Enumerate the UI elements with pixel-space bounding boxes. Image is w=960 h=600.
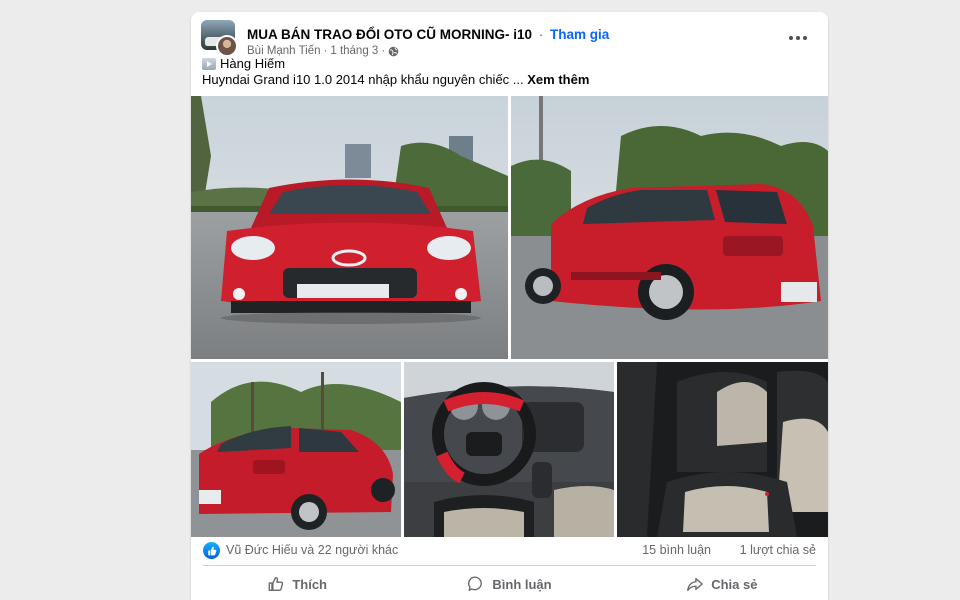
share-arrow-icon <box>687 577 704 591</box>
more-options-button[interactable] <box>784 26 812 50</box>
tag-line: Hàng Hiếm <box>202 56 589 72</box>
post-tag: Hàng Hiếm <box>220 56 286 71</box>
comment-count[interactable]: 15 bình luận <box>642 543 711 557</box>
like-label: Thích <box>292 576 327 592</box>
thumbs-up-icon <box>207 546 216 555</box>
post-photo-3[interactable] <box>191 362 401 537</box>
post-body: Hàng Hiếm Huyndai Grand i10 1.0 2014 nhậ… <box>202 56 589 88</box>
group-name-line: MUA BÁN TRAO ĐỔI OTO CŨ MORNING- i10 · T… <box>247 27 609 42</box>
share-label: Chia sẻ <box>711 576 758 592</box>
comment-bubble-icon <box>468 576 483 591</box>
share-button[interactable]: Chia sẻ <box>616 568 828 600</box>
separator: · <box>538 27 544 42</box>
like-reaction-icon[interactable] <box>203 542 220 559</box>
dot-icon <box>796 36 800 40</box>
post-text-line: Huyndai Grand i10 1.0 2014 nhập khẩu ngu… <box>202 72 589 88</box>
join-group-link[interactable]: Tham gia <box>550 27 609 42</box>
author-avatar[interactable] <box>216 35 238 57</box>
globe-icon <box>388 46 399 56</box>
thumbs-up-icon <box>268 577 284 591</box>
post-actions: Thích Bình luận Chia sẻ <box>191 568 828 600</box>
post-header: MUA BÁN TRAO ĐỔI OTO CŨ MORNING- i10 · T… <box>201 20 818 60</box>
see-more-link[interactable]: Xem thêm <box>527 72 589 87</box>
comment-button[interactable]: Bình luận <box>403 568 615 600</box>
divider <box>203 565 816 566</box>
comment-label: Bình luận <box>492 576 552 592</box>
post-text: Huyndai Grand i10 1.0 2014 nhập khẩu ngu… <box>202 72 524 87</box>
dot-icon <box>789 36 793 40</box>
post-photo-4[interactable] <box>404 362 614 537</box>
post-photo-1[interactable] <box>191 96 508 359</box>
post-photo-5[interactable] <box>617 362 828 537</box>
post-photo-2[interactable] <box>511 96 828 359</box>
like-button[interactable]: Thích <box>191 568 403 600</box>
share-count[interactable]: 1 lượt chia sẻ <box>740 543 816 557</box>
dot-icon <box>803 36 807 40</box>
reaction-summary[interactable]: Vũ Đức Hiếu và 22 người khác <box>226 543 398 557</box>
post-stats: Vũ Đức Hiếu và 22 người khác 15 bình luậ… <box>203 540 816 560</box>
avatar[interactable] <box>201 20 238 57</box>
post-card: MUA BÁN TRAO ĐỔI OTO CŨ MORNING- i10 · T… <box>191 12 828 600</box>
arrow-tag-icon <box>202 58 216 70</box>
group-name-link[interactable]: MUA BÁN TRAO ĐỔI OTO CŨ MORNING- i10 <box>247 27 532 42</box>
